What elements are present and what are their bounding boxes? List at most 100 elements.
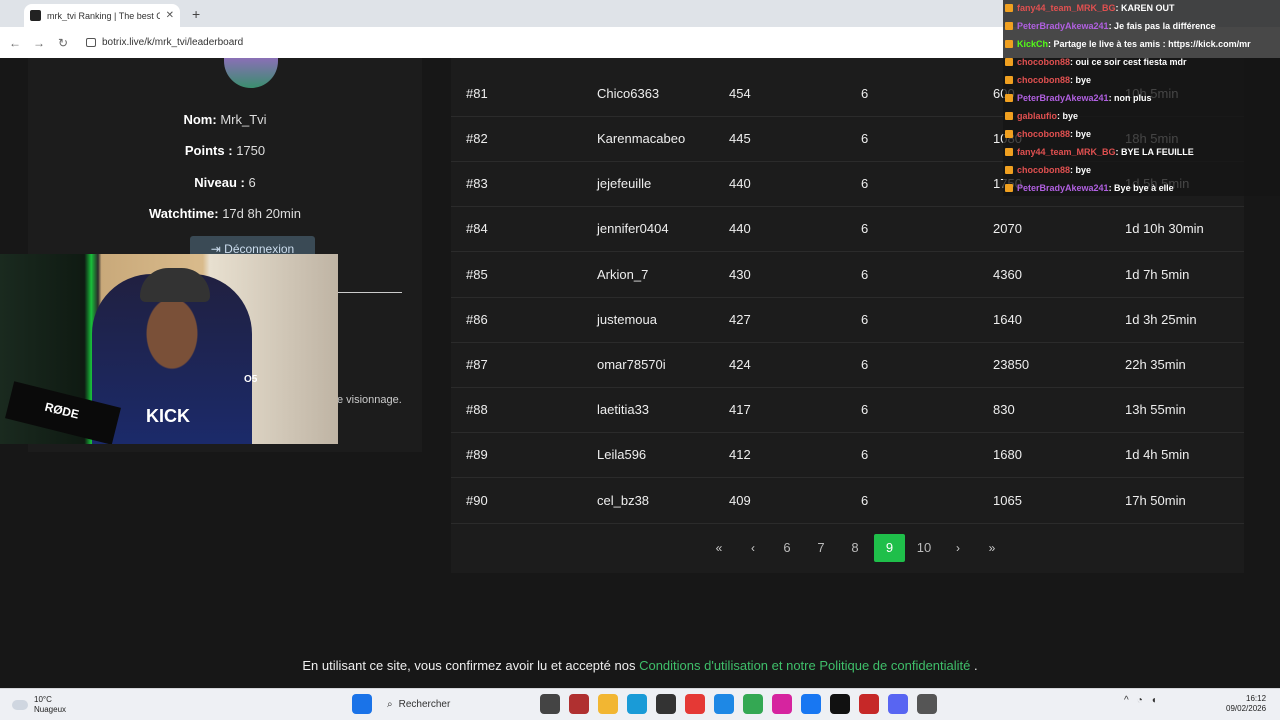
table-row: #89 Leila596 412 6 1680 1d 4h 5min	[451, 433, 1244, 478]
points-cell: 454	[729, 86, 751, 101]
chat-text: : oui ce soir cest fiesta mdr	[1070, 57, 1187, 67]
chat-username[interactable]: fany44_team_MRK_BG	[1017, 147, 1116, 157]
jersey-side-text: O5	[244, 374, 258, 385]
edge-icon[interactable]	[627, 694, 647, 714]
prev-page-icon[interactable]: ‹	[736, 534, 770, 562]
level-cell: 6	[861, 493, 869, 508]
chat-username[interactable]: chocobon88	[1017, 75, 1070, 85]
tab-close-icon[interactable]: ✕	[166, 10, 174, 21]
username-cell: Chico6363	[597, 86, 660, 101]
points-cell: 412	[729, 447, 751, 462]
app-icon[interactable]	[859, 694, 879, 714]
app-icon[interactable]	[714, 694, 734, 714]
chat-message: chocobon88: bye	[1005, 162, 1091, 178]
time-cell: 1065	[993, 493, 1022, 508]
clock-date: 09/02/2026	[1226, 704, 1267, 713]
taskbar-search[interactable]: ⌕ Rechercher	[381, 693, 531, 715]
tab-title: mrk_tvi Ranking | The best Chat	[47, 10, 160, 21]
forward-button[interactable]: →	[32, 36, 46, 50]
chat-username[interactable]: PeterBradyAkewa241	[1017, 93, 1109, 103]
streamer-cap	[140, 268, 210, 302]
level-cell: 6	[861, 176, 869, 191]
page-8[interactable]: 8	[838, 534, 872, 562]
clock[interactable]: 16:12 09/02/2026	[1226, 694, 1266, 714]
page-6[interactable]: 6	[770, 534, 804, 562]
chat-message: chocobon88: bye	[1005, 72, 1091, 88]
username-cell: laetitia33	[597, 402, 650, 417]
page-9-current[interactable]: 9	[874, 534, 905, 562]
pagination: « ‹ 6 7 8 9 10 › »	[702, 534, 1009, 562]
system-tray: ^ ◔ ◖	[1124, 695, 1157, 706]
points-cell: 424	[729, 357, 751, 372]
reload-button[interactable]: ↻	[56, 36, 70, 50]
tray-chevron-icon[interactable]: ^	[1124, 695, 1129, 706]
url-text: botrix.live/k/mrk_tvi/leaderboard	[102, 37, 244, 48]
time-cell: 1680	[993, 447, 1022, 462]
chat-username[interactable]: PeterBradyAkewa241	[1017, 21, 1109, 31]
next-page-icon[interactable]: ›	[941, 534, 975, 562]
back-button[interactable]: ←	[8, 36, 22, 50]
discord-icon[interactable]	[888, 694, 908, 714]
username-cell: Karenmacabeo	[597, 131, 686, 146]
app-icon[interactable]	[685, 694, 705, 714]
url-field[interactable]: botrix.live/k/mrk_tvi/leaderboard	[86, 37, 243, 48]
page-7[interactable]: 7	[804, 534, 838, 562]
site-info-icon[interactable]	[86, 38, 96, 47]
store-icon[interactable]	[656, 694, 676, 714]
username-cell: jennifer0404	[597, 221, 669, 236]
chrome-icon[interactable]	[743, 694, 763, 714]
terms-link[interactable]: Conditions d'utilisation et notre Politi…	[639, 658, 970, 673]
rank-cell: #88	[466, 402, 488, 417]
tiktok-icon[interactable]	[830, 694, 850, 714]
first-page-icon[interactable]: «	[702, 534, 736, 562]
username-cell: Arkion_7	[597, 267, 649, 282]
page-10[interactable]: 10	[907, 534, 941, 562]
level-value: 6	[248, 175, 256, 190]
rank-cell: #84	[466, 221, 488, 236]
points-cell: 445	[729, 131, 751, 146]
instagram-icon[interactable]	[772, 694, 792, 714]
facebook-icon[interactable]	[801, 694, 821, 714]
badge-icon	[1005, 148, 1013, 156]
name-value: Mrk_Tvi	[220, 112, 267, 127]
start-icon[interactable]	[352, 694, 372, 714]
chat-username[interactable]: chocobon88	[1017, 165, 1070, 175]
chat-username[interactable]: fany44_team_MRK_BG	[1017, 3, 1116, 13]
badge-icon	[1005, 94, 1013, 102]
network-icon[interactable]: ◔	[1137, 695, 1143, 706]
task-view-icon[interactable]	[540, 694, 560, 714]
chat-username[interactable]: gablaufio	[1017, 111, 1057, 121]
weather-desc: Nuageux	[34, 705, 67, 714]
chat-message: KickCh: Partage le live à tes amis : htt…	[1005, 36, 1251, 52]
table-row: #84 jennifer0404 440 6 2070 1d 10h 30min	[451, 207, 1244, 252]
points-value: 1750	[236, 143, 266, 158]
app-icon[interactable]	[569, 694, 589, 714]
level-label: Niveau :	[194, 175, 245, 190]
watchtime-cell: 1d 3h 25min	[1125, 312, 1197, 327]
username-cell: justemoua	[597, 312, 657, 327]
chat-username[interactable]: chocobon88	[1017, 129, 1070, 139]
weather-widget[interactable]: 10°C Nuageux	[12, 695, 66, 715]
badge-icon	[1005, 4, 1013, 12]
chat-username[interactable]: chocobon88	[1017, 57, 1070, 67]
browser-tab[interactable]: mrk_tvi Ranking | The best Chat ✕	[24, 4, 180, 27]
level-cell: 6	[861, 267, 869, 282]
watch-label: Watchtime:	[149, 206, 219, 221]
chat-username[interactable]: KickCh	[1017, 39, 1048, 49]
chat-username[interactable]: PeterBradyAkewa241	[1017, 183, 1109, 193]
name-label: Nom:	[183, 112, 217, 127]
volume-icon[interactable]: ◖	[1151, 695, 1157, 706]
last-page-icon[interactable]: »	[975, 534, 1009, 562]
new-tab-button[interactable]: +	[192, 4, 200, 27]
app-icon[interactable]	[917, 694, 937, 714]
username-cell: omar78570i	[597, 357, 666, 372]
profile-watchtime: Watchtime: 17d 8h 20min	[28, 206, 422, 221]
points-cell: 417	[729, 402, 751, 417]
table-row: #87 omar78570i 424 6 23850 22h 35min	[451, 343, 1244, 388]
rank-cell: #90	[466, 493, 488, 508]
chat-message: PeterBradyAkewa241: Je fais pas la diffé…	[1005, 18, 1216, 34]
time-cell: 1640	[993, 312, 1022, 327]
badge-icon	[1005, 166, 1013, 174]
file-explorer-icon[interactable]	[598, 694, 618, 714]
chat-text: : KAREN OUT	[1115, 3, 1175, 13]
